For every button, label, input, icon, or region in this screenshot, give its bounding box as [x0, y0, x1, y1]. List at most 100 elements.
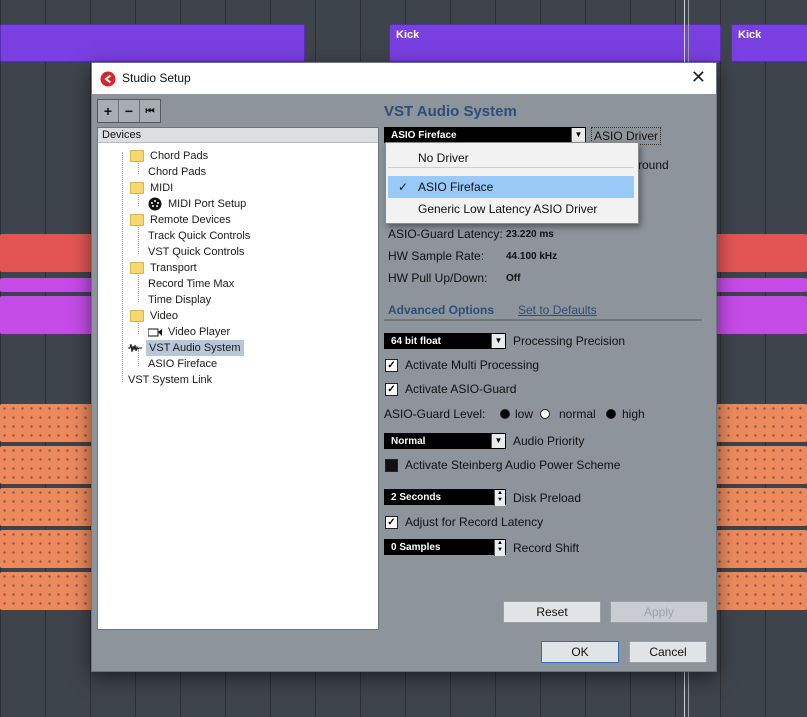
asio-driver-dropdown[interactable]: ASIO Fireface ▼ — [384, 127, 586, 143]
adjust-latency-label: Adjust for Record Latency — [405, 515, 544, 529]
radio-high[interactable] — [606, 409, 616, 419]
audio-clip[interactable] — [0, 234, 100, 272]
hw-sample-rate-label: HW Sample Rate: — [388, 249, 485, 263]
power-scheme-checkbox[interactable] — [385, 459, 398, 472]
reset-button[interactable]: Reset — [503, 601, 601, 623]
audio-clip[interactable] — [715, 296, 807, 334]
radio-normal[interactable] — [540, 409, 550, 419]
audio-priority-dropdown[interactable]: Normal ▼ — [384, 433, 506, 449]
tree-item-video-player[interactable]: Video Player — [148, 324, 230, 340]
asio-guard-checkbox[interactable]: ✓ — [385, 383, 398, 396]
tree-item-vst-quick-controls[interactable]: VST Quick Controls — [148, 244, 244, 260]
midi-clip[interactable] — [0, 24, 305, 62]
tree-item-vst-system-link[interactable]: VST System Link — [128, 372, 212, 388]
checkmark-icon: ✓ — [398, 180, 409, 194]
spinner-arrows-icon[interactable]: ▲ ▼ — [494, 490, 505, 506]
audio-clip[interactable] — [715, 572, 807, 610]
cancel-button[interactable]: Cancel — [629, 641, 707, 663]
tree-item-midi-port-setup[interactable]: MIDI Port Setup — [148, 196, 246, 212]
audio-waveform-icon — [128, 343, 142, 353]
asio-guard-label: Activate ASIO-Guard — [405, 382, 517, 396]
menu-separator — [388, 167, 634, 168]
multi-processing-checkbox[interactable]: ✓ — [385, 359, 398, 372]
tree-item-remote-devices[interactable]: Remote Devices — [130, 212, 231, 228]
kick-clip[interactable]: Kick — [731, 24, 807, 62]
folder-icon — [130, 150, 144, 162]
chevron-down-icon: ▼ — [571, 128, 585, 142]
spinner-arrows-icon[interactable]: ▲ ▼ — [494, 540, 505, 556]
audio-clip[interactable] — [0, 296, 100, 334]
audio-clip[interactable] — [715, 234, 807, 272]
tree-item-vst-audio-system[interactable]: VST Audio System — [128, 340, 244, 356]
hw-sample-rate-value: 44.100 kHz — [506, 251, 558, 262]
audio-clip[interactable] — [0, 530, 100, 568]
adjust-latency-checkbox[interactable]: ✓ — [385, 516, 398, 529]
processing-precision-dropdown[interactable]: 64 bit float ▼ — [384, 333, 506, 349]
ok-button[interactable]: OK — [541, 641, 619, 663]
audio-clip[interactable] — [715, 530, 807, 568]
stepper-value: 2 Seconds — [391, 492, 442, 503]
remove-device-button[interactable]: − — [119, 100, 140, 122]
radio-low[interactable] — [500, 409, 510, 419]
set-to-defaults-link[interactable]: Set to Defaults — [518, 303, 597, 317]
tree-item-transport[interactable]: Transport — [130, 260, 197, 276]
apply-button[interactable]: Apply — [610, 601, 708, 623]
menu-item-label: ASIO Fireface — [418, 180, 494, 194]
devices-header: Devices — [98, 128, 378, 143]
cubase-logo-icon — [100, 71, 116, 87]
clip-label: Kick — [396, 29, 420, 41]
tree-label: MIDI — [150, 182, 174, 194]
audio-clip[interactable] — [715, 278, 807, 292]
audio-priority-label: Audio Priority — [513, 434, 585, 448]
tree-label: ASIO Fireface — [148, 358, 218, 370]
add-device-button[interactable]: + — [98, 100, 119, 122]
tree-item-time-display[interactable]: Time Display — [148, 292, 211, 308]
kick-clip[interactable]: Kick — [389, 24, 721, 62]
tree-item-record-time-max[interactable]: Record Time Max — [148, 276, 234, 292]
disk-preload-stepper[interactable]: 2 Seconds ▲ ▼ — [384, 489, 506, 506]
dialog-title: Studio Setup — [122, 71, 191, 85]
audio-clip[interactable] — [715, 488, 807, 526]
devices-panel: Devices Chord Pads Chord Pads MIDI MIDI … — [97, 127, 379, 630]
audio-clip[interactable] — [0, 278, 100, 292]
menu-item-generic-low-latency[interactable]: Generic Low Latency ASIO Driver — [388, 198, 634, 220]
tree-item-midi[interactable]: MIDI — [130, 180, 173, 196]
tree-item-chord-pads-device[interactable]: Chord Pads — [148, 164, 206, 180]
audio-clip[interactable] — [0, 446, 100, 484]
radio-normal-label: normal — [559, 407, 596, 421]
dropdown-value: Normal — [391, 436, 426, 447]
tree-label: MIDI Port Setup — [168, 198, 247, 210]
tree-item-asio-fireface[interactable]: ASIO Fireface — [148, 356, 217, 372]
device-toolbar: + − ⏮ — [97, 99, 161, 123]
reset-device-button[interactable]: ⏮ — [140, 100, 160, 122]
menu-item-asio-fireface[interactable]: ✓ ASIO Fireface — [388, 176, 634, 198]
record-shift-stepper[interactable]: 0 Samples ▲ ▼ — [384, 539, 506, 556]
asio-guard-level-label: ASIO-Guard Level: — [384, 407, 486, 421]
menu-item-no-driver[interactable]: No Driver — [388, 147, 634, 169]
audio-clip[interactable] — [0, 572, 100, 610]
menu-item-label: Generic Low Latency ASIO Driver — [418, 202, 598, 216]
asio-driver-menu: No Driver ✓ ASIO Fireface Generic Low La… — [385, 142, 639, 224]
tree-label: Remote Devices — [150, 214, 231, 226]
audio-clip[interactable] — [0, 404, 100, 442]
close-icon[interactable]: ✕ — [691, 68, 706, 86]
title-bar[interactable]: Studio Setup ✕ — [92, 63, 716, 94]
obscured-label: round — [638, 158, 669, 172]
tree-item-track-quick-controls[interactable]: Track Quick Controls — [148, 228, 250, 244]
tree-label: VST System Link — [128, 374, 213, 386]
hw-pull-label: HW Pull Up/Down: — [388, 271, 488, 285]
multi-processing-label: Activate Multi Processing — [405, 358, 540, 372]
audio-clip[interactable] — [715, 404, 807, 442]
audio-clip[interactable] — [715, 446, 807, 484]
panel-title: VST Audio System — [384, 103, 517, 120]
tree-label: Track Quick Controls — [148, 230, 251, 242]
advanced-options-tab[interactable]: Advanced Options — [388, 303, 494, 317]
tree-label: VST Audio System — [146, 340, 244, 356]
tree-label: Video — [150, 310, 178, 322]
tree-label: Record Time Max — [148, 278, 235, 290]
folder-icon — [130, 214, 144, 226]
tree-item-chord-pads[interactable]: Chord Pads — [130, 148, 208, 164]
tree-item-video[interactable]: Video — [130, 308, 178, 324]
power-scheme-label: Activate Steinberg Audio Power Scheme — [405, 458, 621, 472]
audio-clip[interactable] — [0, 488, 100, 526]
